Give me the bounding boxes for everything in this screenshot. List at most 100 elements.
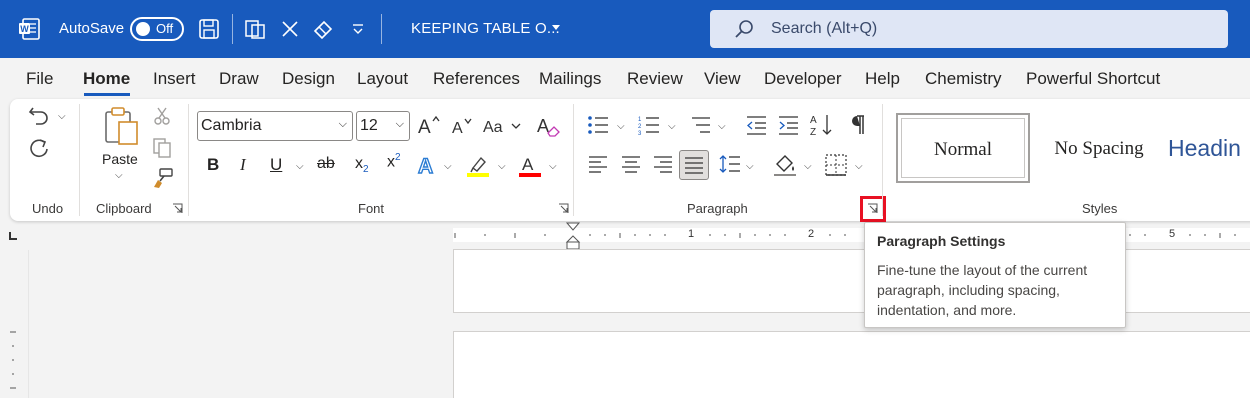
text-effects-dropdown-icon[interactable]: ⌵ [444, 161, 452, 172]
font-color-icon[interactable]: A [518, 153, 542, 179]
align-right-icon[interactable] [653, 155, 673, 173]
svg-text:A: A [810, 115, 817, 126]
eraser-icon[interactable] [310, 16, 336, 42]
svg-text:A: A [452, 120, 463, 136]
tab-powerful-shortcut[interactable]: Powerful Shortcut [1026, 69, 1160, 89]
ribbon-tabs: File Home Insert Draw Design Layout Refe… [0, 58, 1250, 98]
copy-format-icon[interactable] [242, 16, 268, 42]
vertical-ruler[interactable] [0, 250, 29, 398]
format-painter-icon[interactable] [152, 167, 174, 189]
bold-icon[interactable]: B [207, 155, 219, 175]
borders-dropdown-icon[interactable]: ⌵ [855, 161, 863, 172]
bullets-icon[interactable] [587, 115, 609, 135]
indent-marker-icon[interactable] [565, 222, 581, 250]
multilevel-dropdown-icon[interactable]: ⌵ [718, 121, 726, 132]
font-size-value: 12 [360, 117, 378, 134]
highlighter-dropdown-icon[interactable]: ⌵ [498, 161, 506, 172]
font-size-select[interactable]: 12 ⌵ [356, 111, 410, 141]
font-color-dropdown-icon[interactable]: ⌵ [549, 161, 557, 172]
shading-icon[interactable] [773, 152, 797, 178]
tab-draw[interactable]: Draw [219, 69, 259, 89]
active-tab-indicator [84, 93, 130, 96]
align-center-icon[interactable] [621, 155, 641, 173]
paste-icon[interactable] [103, 106, 141, 148]
chevron-down-icon: ⌵ [338, 118, 347, 130]
line-spacing-icon[interactable] [719, 154, 741, 174]
change-case-icon[interactable]: Aa [483, 116, 523, 136]
increase-indent-icon[interactable] [777, 115, 799, 135]
align-left-icon[interactable] [588, 155, 608, 173]
tab-help[interactable]: Help [865, 69, 900, 89]
borders-icon[interactable] [825, 154, 847, 176]
clipboard-launcher-icon[interactable] [172, 203, 183, 214]
tab-layout[interactable]: Layout [357, 69, 408, 89]
svg-text:A: A [418, 155, 433, 177]
chevron-down-icon: ⌵ [395, 118, 404, 130]
numbering-dropdown-icon[interactable]: ⌵ [668, 121, 676, 132]
numbering-icon[interactable]: 123 [638, 115, 660, 135]
document-page[interactable] [453, 331, 1250, 398]
tooltip-title: Paragraph Settings [877, 233, 1006, 249]
font-launcher-icon[interactable] [558, 203, 569, 214]
shading-dropdown-icon[interactable]: ⌵ [804, 161, 812, 172]
style-no-spacing[interactable]: No Spacing [1040, 113, 1158, 183]
grow-font-icon[interactable]: A [417, 114, 441, 136]
decrease-indent-icon[interactable] [745, 115, 767, 135]
search-input[interactable]: Search (Alt+Q) [710, 10, 1228, 48]
svg-text:Aa: Aa [483, 119, 503, 136]
tab-insert[interactable]: Insert [153, 69, 196, 89]
line-spacing-dropdown-icon[interactable]: ⌵ [746, 161, 754, 172]
underline-icon[interactable]: U [270, 155, 282, 175]
undo-icon[interactable] [27, 104, 51, 126]
copy-icon[interactable] [152, 137, 172, 159]
style-normal[interactable]: Normal [896, 113, 1030, 183]
ruler-number-1: 1 [688, 228, 695, 240]
autosave-toggle[interactable]: Off [130, 17, 184, 41]
style-heading[interactable]: Headin [1168, 113, 1250, 183]
separator [232, 14, 233, 44]
justify-icon[interactable] [679, 150, 709, 180]
multilevel-list-icon[interactable] [690, 115, 712, 135]
title-bar: W AutoSave Off KEEPING TABLE O... Search… [0, 0, 1250, 58]
strikethrough-icon[interactable]: ab [317, 155, 335, 173]
document-page[interactable] [453, 249, 1250, 313]
customize-toolbar-icon[interactable] [345, 16, 371, 42]
superscript-icon[interactable]: x2 [387, 152, 401, 171]
shrink-font-icon[interactable]: A [451, 116, 473, 136]
tab-developer[interactable]: Developer [764, 69, 842, 89]
tab-chemistry[interactable]: Chemistry [925, 69, 1002, 89]
close-icon[interactable] [277, 16, 303, 42]
paste-label[interactable]: Paste [102, 151, 138, 167]
show-formatting-marks-icon[interactable] [848, 114, 866, 136]
document-title[interactable]: KEEPING TABLE O... [411, 20, 560, 37]
subscript-icon[interactable]: x2 [355, 155, 369, 175]
svg-text:A: A [537, 116, 549, 136]
redo-icon[interactable] [27, 137, 51, 161]
tab-file[interactable]: File [26, 69, 53, 89]
tab-mailings[interactable]: Mailings [539, 69, 601, 89]
font-family-select[interactable]: Cambria ⌵ [197, 111, 353, 141]
group-label-clipboard: Clipboard [96, 201, 152, 216]
group-label-styles: Styles [1082, 201, 1118, 216]
svg-text:A: A [418, 117, 431, 136]
text-effects-icon[interactable]: A [417, 153, 439, 177]
highlighter-icon[interactable] [466, 153, 492, 179]
title-dropdown-icon[interactable] [551, 24, 561, 32]
paste-dropdown-icon[interactable]: ⌵ [115, 170, 123, 181]
italic-icon[interactable]: I [240, 155, 246, 175]
tab-references[interactable]: References [433, 69, 520, 89]
tab-selector-icon[interactable] [8, 231, 18, 241]
tab-design[interactable]: Design [282, 69, 335, 89]
tab-home[interactable]: Home [83, 69, 130, 89]
bullets-dropdown-icon[interactable]: ⌵ [617, 121, 625, 132]
sort-icon[interactable]: AZ [810, 113, 834, 137]
undo-dropdown-icon[interactable]: ⌵ [58, 111, 66, 122]
tab-view[interactable]: View [704, 69, 741, 89]
cut-icon[interactable] [152, 106, 172, 126]
save-icon[interactable] [196, 16, 222, 42]
tab-review[interactable]: Review [627, 69, 683, 89]
toggle-knob [136, 22, 150, 36]
svg-text:A: A [522, 155, 534, 174]
clear-formatting-icon[interactable]: A [537, 114, 561, 138]
underline-dropdown-icon[interactable]: ⌵ [296, 161, 304, 172]
